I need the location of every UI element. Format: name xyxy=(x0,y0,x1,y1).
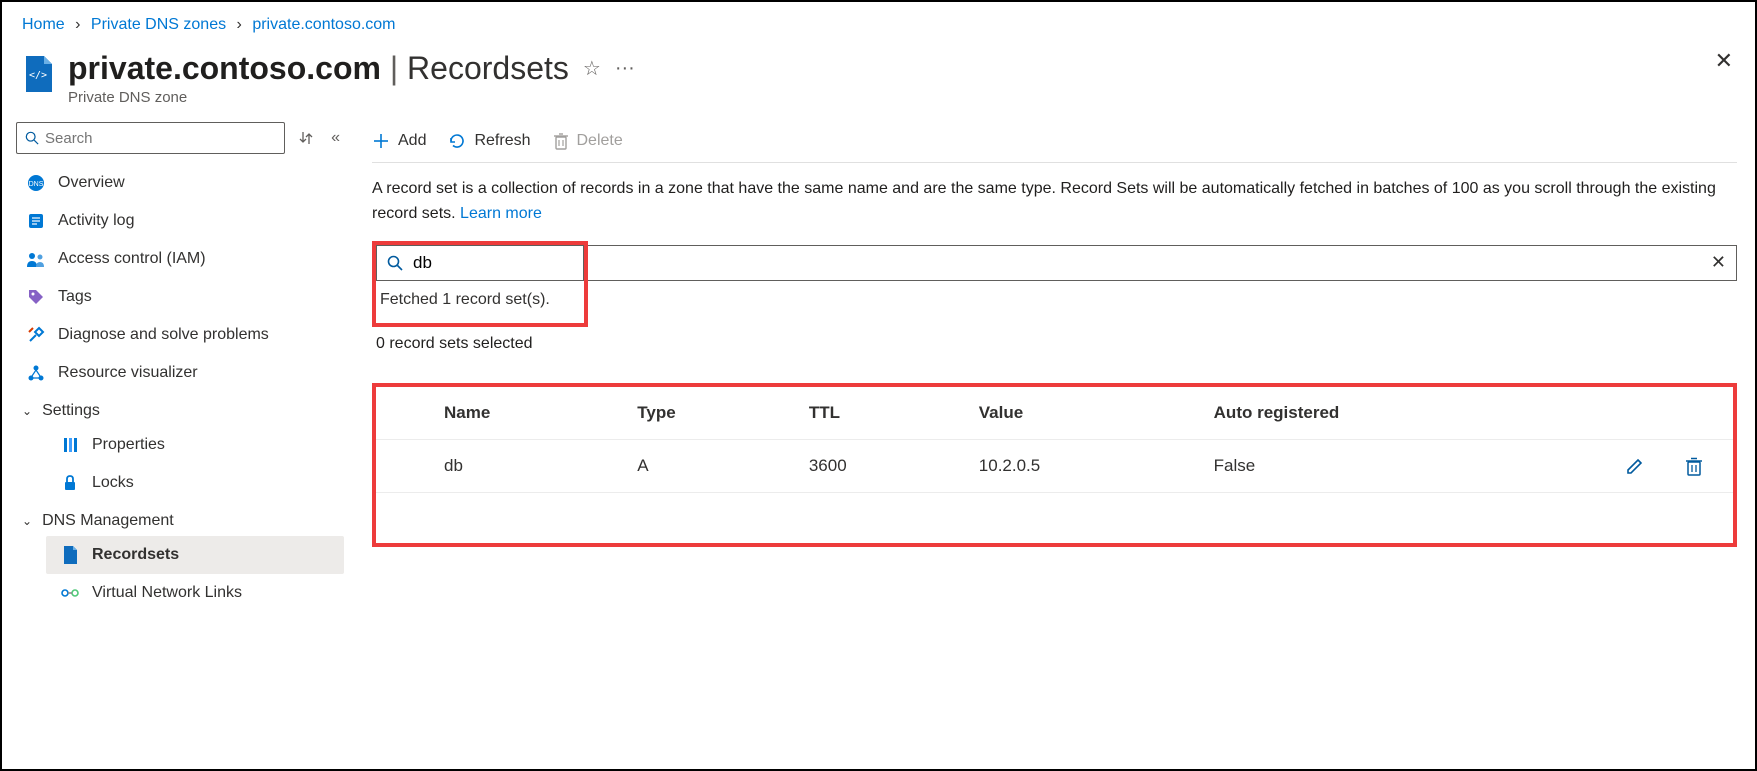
sidebar-item-label: Tags xyxy=(58,288,92,306)
sidebar-group-label: DNS Management xyxy=(42,512,174,530)
sidebar-item-label: Locks xyxy=(92,474,134,492)
sidebar-item-label: Virtual Network Links xyxy=(92,584,242,602)
recordsets-table-wrap: Name Type TTL Value Auto registered db A xyxy=(372,383,1737,547)
main-content: Add Refresh Delete A record set is a col… xyxy=(354,122,1755,763)
sidebar-item-tags[interactable]: Tags xyxy=(16,278,344,316)
sidebar-search-input[interactable] xyxy=(45,130,276,147)
people-icon xyxy=(26,249,46,269)
sidebar-search[interactable] xyxy=(16,122,285,154)
sidebar-group-dns[interactable]: ⌄ DNS Management xyxy=(16,502,344,536)
description-text: A record set is a collection of records … xyxy=(372,163,1737,241)
cell-auto: False xyxy=(1202,439,1613,492)
recordsets-table: Name Type TTL Value Auto registered db A xyxy=(376,387,1733,493)
properties-icon xyxy=(60,435,80,455)
breadcrumb-home[interactable]: Home xyxy=(22,16,65,33)
cell-name: db xyxy=(432,439,625,492)
more-menu-icon[interactable]: ··· xyxy=(615,57,635,80)
close-icon[interactable]: ✕ xyxy=(1715,48,1733,74)
link-icon xyxy=(60,583,80,603)
cell-value: 10.2.0.5 xyxy=(967,439,1202,492)
cell-type: A xyxy=(625,439,797,492)
sidebar-item-label: Recordsets xyxy=(92,546,179,564)
sidebar-item-properties[interactable]: Properties xyxy=(46,426,344,464)
sidebar-item-label: Diagnose and solve problems xyxy=(58,326,269,344)
sidebar-item-label: Overview xyxy=(58,174,125,192)
table-header-row: Name Type TTL Value Auto registered xyxy=(376,387,1733,440)
sidebar-item-resource-visualizer[interactable]: Resource visualizer xyxy=(16,354,344,392)
refresh-icon xyxy=(448,132,466,150)
breadcrumb-sep: › xyxy=(237,16,242,33)
sidebar-item-vnet-links[interactable]: Virtual Network Links xyxy=(46,574,344,612)
wrench-icon xyxy=(26,325,46,345)
sidebar-group-settings[interactable]: ⌄ Settings xyxy=(16,392,344,426)
sidebar: « DNS Overview Activity log Access contr… xyxy=(2,122,354,763)
chevron-down-icon: ⌄ xyxy=(22,514,32,528)
breadcrumb: Home › Private DNS zones › private.conto… xyxy=(2,2,1755,44)
tag-icon xyxy=(26,287,46,307)
recordset-search[interactable] xyxy=(376,245,584,281)
search-icon xyxy=(387,255,403,271)
delete-row-button[interactable] xyxy=(1673,439,1733,492)
svg-text:DNS: DNS xyxy=(29,181,44,188)
favorite-star-icon[interactable]: ☆ xyxy=(583,56,601,81)
sidebar-item-access-control[interactable]: Access control (IAM) xyxy=(16,240,344,278)
sidebar-item-activity-log[interactable]: Activity log xyxy=(16,202,344,240)
toolbar: Add Refresh Delete xyxy=(372,122,1737,163)
resource-subtitle: Private DNS zone xyxy=(68,89,635,106)
col-value[interactable]: Value xyxy=(967,387,1202,440)
selected-count: 0 record sets selected xyxy=(372,333,1737,353)
col-auto[interactable]: Auto registered xyxy=(1202,387,1613,440)
lock-icon xyxy=(60,473,80,493)
delete-label: Delete xyxy=(577,132,623,150)
search-icon xyxy=(25,131,39,145)
sort-icon[interactable] xyxy=(295,126,317,150)
trash-icon xyxy=(553,132,569,150)
clear-search-icon[interactable]: ✕ xyxy=(1711,252,1726,273)
svg-text:</>: </> xyxy=(29,70,47,81)
collapse-icon[interactable]: « xyxy=(327,125,344,151)
sidebar-item-recordsets[interactable]: Recordsets xyxy=(46,536,344,574)
table-row[interactable]: db A 3600 10.2.0.5 False xyxy=(376,439,1733,492)
breadcrumb-zones[interactable]: Private DNS zones xyxy=(91,16,226,33)
breadcrumb-current[interactable]: private.contoso.com xyxy=(252,16,395,33)
sidebar-item-label: Resource visualizer xyxy=(58,364,198,382)
learn-more-link[interactable]: Learn more xyxy=(460,205,542,222)
page-header: </> private.contoso.com | Recordsets ☆ ·… xyxy=(2,44,1755,122)
col-ttl[interactable]: TTL xyxy=(797,387,967,440)
refresh-label: Refresh xyxy=(474,132,530,150)
dns-zone-icon: </> xyxy=(22,54,54,94)
log-icon xyxy=(26,211,46,231)
chevron-down-icon: ⌄ xyxy=(22,404,32,418)
sidebar-item-label: Properties xyxy=(92,436,165,454)
searchbox-extension: ✕ xyxy=(588,245,1737,281)
col-name[interactable]: Name xyxy=(432,387,625,440)
sidebar-item-locks[interactable]: Locks xyxy=(46,464,344,502)
sidebar-group-label: Settings xyxy=(42,402,100,420)
sidebar-item-label: Activity log xyxy=(58,212,134,230)
cell-ttl: 3600 xyxy=(797,439,967,492)
page-title: private.contoso.com | Recordsets xyxy=(68,50,569,87)
add-button[interactable]: Add xyxy=(372,132,426,150)
sidebar-item-diagnose[interactable]: Diagnose and solve problems xyxy=(16,316,344,354)
edit-row-button[interactable] xyxy=(1613,439,1673,492)
globe-icon: DNS xyxy=(26,173,46,193)
sidebar-item-overview[interactable]: DNS Overview xyxy=(16,164,344,202)
graph-icon xyxy=(26,363,46,383)
recordsets-icon xyxy=(60,545,80,565)
recordset-search-row: Fetched 1 record set(s). ✕ xyxy=(372,241,1737,333)
add-label: Add xyxy=(398,132,426,150)
sidebar-item-label: Access control (IAM) xyxy=(58,250,206,268)
breadcrumb-sep: › xyxy=(75,16,80,33)
fetched-count: Fetched 1 record set(s). xyxy=(376,281,584,309)
col-type[interactable]: Type xyxy=(625,387,797,440)
recordset-search-input[interactable] xyxy=(413,253,573,273)
delete-button: Delete xyxy=(553,132,623,150)
refresh-button[interactable]: Refresh xyxy=(448,132,530,150)
plus-icon xyxy=(372,132,390,150)
